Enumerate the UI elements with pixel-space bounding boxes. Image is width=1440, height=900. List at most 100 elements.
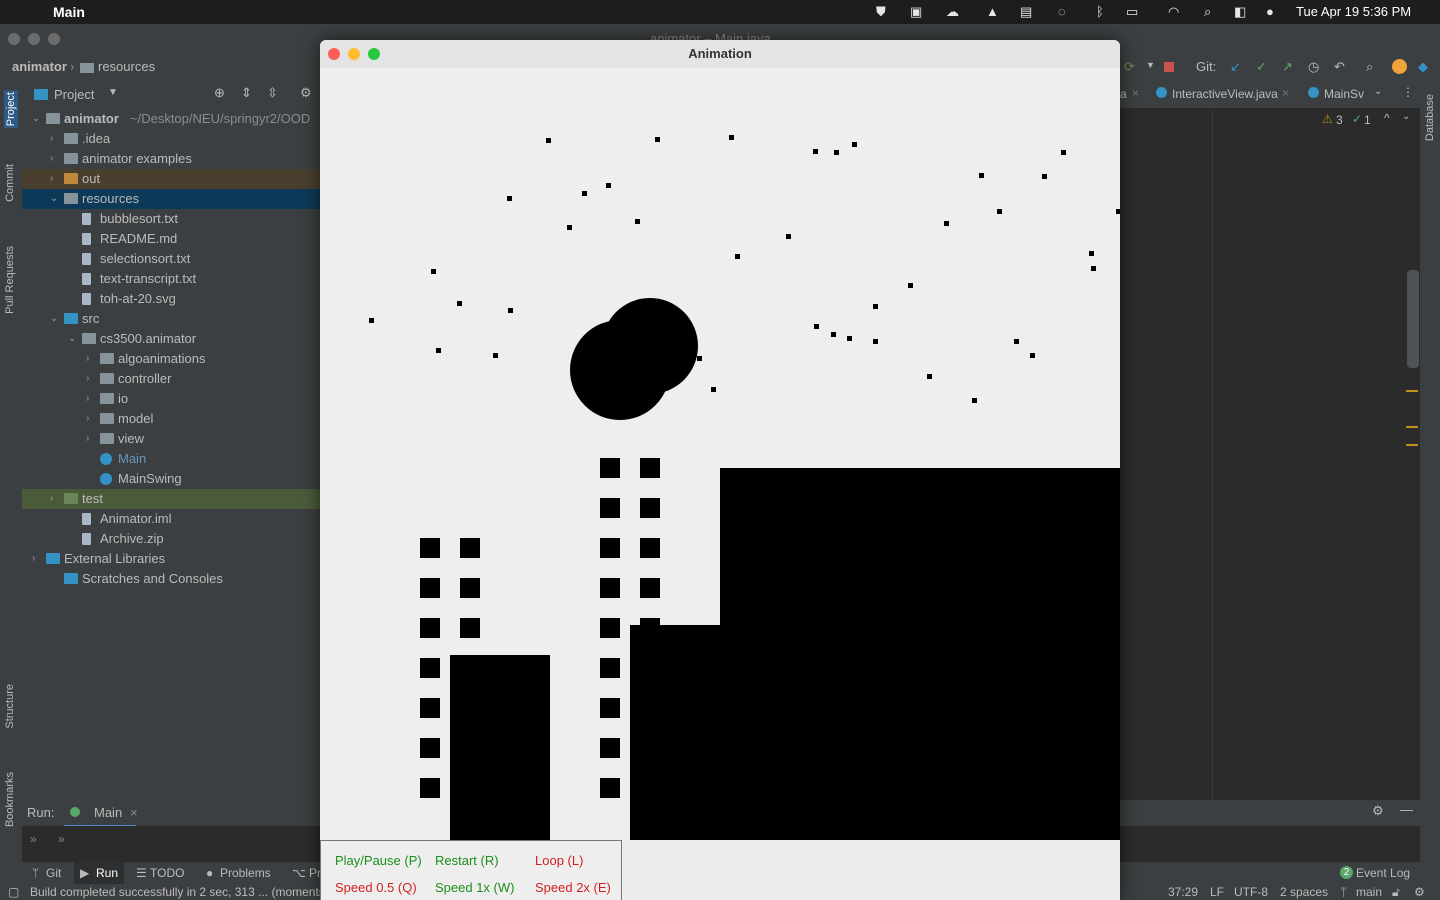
shield-icon[interactable]: ⛊: [876, 4, 886, 20]
close-button[interactable]: [328, 48, 340, 60]
tree-item[interactable]: MainSwing: [22, 469, 322, 489]
close-icon[interactable]: ×: [1282, 86, 1289, 100]
locate-icon[interactable]: ⊕: [214, 85, 225, 101]
collapse-all-icon[interactable]: ⇳: [267, 85, 278, 101]
gear-icon[interactable]: ⚙: [300, 85, 312, 101]
control-center-icon[interactable]: ◧: [1234, 4, 1246, 20]
tree-item[interactable]: README.md: [22, 229, 322, 249]
cloud-icon[interactable]: ☁: [946, 4, 959, 20]
git-commit-icon[interactable]: ✓: [1256, 59, 1267, 75]
more-icon[interactable]: ⋮: [1402, 85, 1414, 99]
warning-marker[interactable]: [1406, 444, 1418, 446]
notifications-icon[interactable]: ⚙: [1414, 885, 1425, 899]
menubar-datetime[interactable]: Tue Apr 19 5:36 PM: [1296, 4, 1411, 19]
bookmarks-tool-tab[interactable]: Bookmarks: [4, 772, 16, 827]
warning-icon[interactable]: ⚠: [1322, 112, 1333, 126]
minimize-icon[interactable]: —: [1400, 802, 1413, 817]
zoom-button[interactable]: [368, 48, 380, 60]
problems-tool-tab[interactable]: Problems: [220, 866, 271, 880]
chevron-down-icon[interactable]: ▼: [108, 87, 118, 98]
update-icon[interactable]: [1392, 59, 1407, 74]
speed-half-button[interactable]: Speed 0.5 (Q): [335, 880, 417, 895]
chevron-right-icon[interactable]: ›: [50, 149, 62, 169]
indent-setting[interactable]: 2 spaces: [1280, 885, 1328, 899]
event-log-tool-tab[interactable]: Event Log: [1356, 866, 1410, 880]
speed-1x-button[interactable]: Speed 1x (W): [435, 880, 514, 895]
chevron-right-icon[interactable]: ›: [86, 429, 98, 449]
speed-2x-button[interactable]: Speed 2x (E): [535, 880, 611, 895]
close-icon[interactable]: ×: [1132, 86, 1139, 100]
tree-item[interactable]: text-transcript.txt: [22, 269, 322, 289]
editor-tab-partial[interactable]: a: [1120, 87, 1127, 101]
line-separator[interactable]: LF: [1210, 885, 1224, 899]
warning-marker[interactable]: [1406, 390, 1418, 392]
chevron-down-icon[interactable]: ⌄: [1402, 111, 1410, 122]
tree-item[interactable]: Main: [22, 449, 322, 469]
chevron-right-icon[interactable]: ›: [86, 369, 98, 389]
git-branch[interactable]: main: [1356, 885, 1382, 899]
database-tool-tab[interactable]: Database: [1424, 94, 1436, 141]
pull-requests-tool-tab[interactable]: Pull Requests: [4, 246, 16, 314]
history-icon[interactable]: ◷: [1308, 59, 1319, 75]
project-tool-tab[interactable]: Project: [4, 90, 18, 129]
caret-position[interactable]: 37:29: [1168, 885, 1198, 899]
chevron-right-icon[interactable]: ›: [86, 389, 98, 409]
code-editor[interactable]: [1120, 80, 1420, 800]
tree-item[interactable]: Archive.zip: [22, 529, 322, 549]
expand-icon[interactable]: »: [30, 832, 37, 846]
tree-item[interactable]: bubblesort.txt: [22, 209, 322, 229]
tree-item[interactable]: › io: [22, 389, 322, 409]
breadcrumb-project[interactable]: animator: [12, 59, 67, 74]
close-icon[interactable]: ×: [130, 805, 138, 820]
ide-zoom-button[interactable]: [48, 33, 60, 45]
check-icon[interactable]: ✓: [1352, 112, 1362, 126]
git-update-icon[interactable]: ↙: [1230, 59, 1241, 75]
display-icon[interactable]: ▤: [1020, 4, 1032, 20]
lock-icon[interactable]: 🔓︎: [1392, 885, 1400, 900]
tree-item[interactable]: Animator.iml: [22, 509, 322, 529]
breadcrumb-folder[interactable]: resources: [98, 59, 155, 74]
tree-item[interactable]: Scratches and Consoles: [22, 569, 322, 589]
editor-tab-interactiveview[interactable]: InteractiveView.java: [1172, 87, 1278, 101]
chevron-down-icon[interactable]: ⌄: [68, 329, 80, 349]
mute-icon[interactable]: ◌: [1058, 4, 1066, 19]
ide-close-button[interactable]: [8, 33, 20, 45]
tree-item[interactable]: › algoanimations: [22, 349, 322, 369]
tree-item[interactable]: ⌄ cs3500.animator: [22, 329, 322, 349]
camera-icon[interactable]: ▣: [910, 4, 922, 20]
tree-item[interactable]: toh-at-20.svg: [22, 289, 322, 309]
ide-minimize-button[interactable]: [28, 33, 40, 45]
jetbrains-icon[interactable]: ◆: [1418, 59, 1428, 75]
commit-tool-tab[interactable]: Commit: [4, 164, 16, 202]
battery-icon[interactable]: ▭: [1126, 4, 1138, 20]
tree-item[interactable]: ⌄ src: [22, 309, 322, 329]
spotlight-search-icon[interactable]: ⌕: [1204, 4, 1211, 20]
tree-item[interactable]: › test: [22, 489, 322, 509]
status-message[interactable]: Build completed successfully in 2 sec, 3…: [30, 885, 320, 899]
gear-icon[interactable]: ⚙: [1372, 803, 1384, 819]
file-encoding[interactable]: UTF-8: [1234, 885, 1268, 899]
tree-item[interactable]: ⌄ animator ~/Desktop/NEU/springyr2/OOD: [22, 109, 322, 129]
stop-icon[interactable]: [1164, 62, 1174, 72]
chevron-right-icon[interactable]: ›: [86, 409, 98, 429]
run-tool-tab[interactable]: Run: [96, 866, 118, 880]
wifi-icon[interactable]: ◠: [1168, 4, 1179, 20]
search-icon[interactable]: ⌕: [1366, 59, 1373, 75]
restart-button[interactable]: Restart (R): [435, 853, 499, 868]
siri-icon[interactable]: ●: [1266, 4, 1274, 19]
project-view-selector[interactable]: Project: [54, 87, 94, 102]
run-tab-label[interactable]: Main: [94, 805, 122, 820]
play-pause-button[interactable]: Play/Pause (P): [335, 853, 422, 868]
expand-icon[interactable]: »: [58, 832, 65, 846]
git-tool-tab[interactable]: Git: [46, 866, 61, 880]
tree-item[interactable]: › animator examples: [22, 149, 322, 169]
chevron-right-icon[interactable]: ›: [86, 349, 98, 369]
tree-item[interactable]: › .idea: [22, 129, 322, 149]
chevron-down-icon[interactable]: ⌄: [1374, 86, 1382, 97]
ok-count[interactable]: 1: [1364, 113, 1371, 127]
tree-item[interactable]: › controller: [22, 369, 322, 389]
tree-item[interactable]: selectionsort.txt: [22, 249, 322, 269]
menubar-app-name[interactable]: Main: [53, 4, 85, 20]
tree-item[interactable]: › model: [22, 409, 322, 429]
git-push-icon[interactable]: ↗: [1282, 59, 1293, 75]
